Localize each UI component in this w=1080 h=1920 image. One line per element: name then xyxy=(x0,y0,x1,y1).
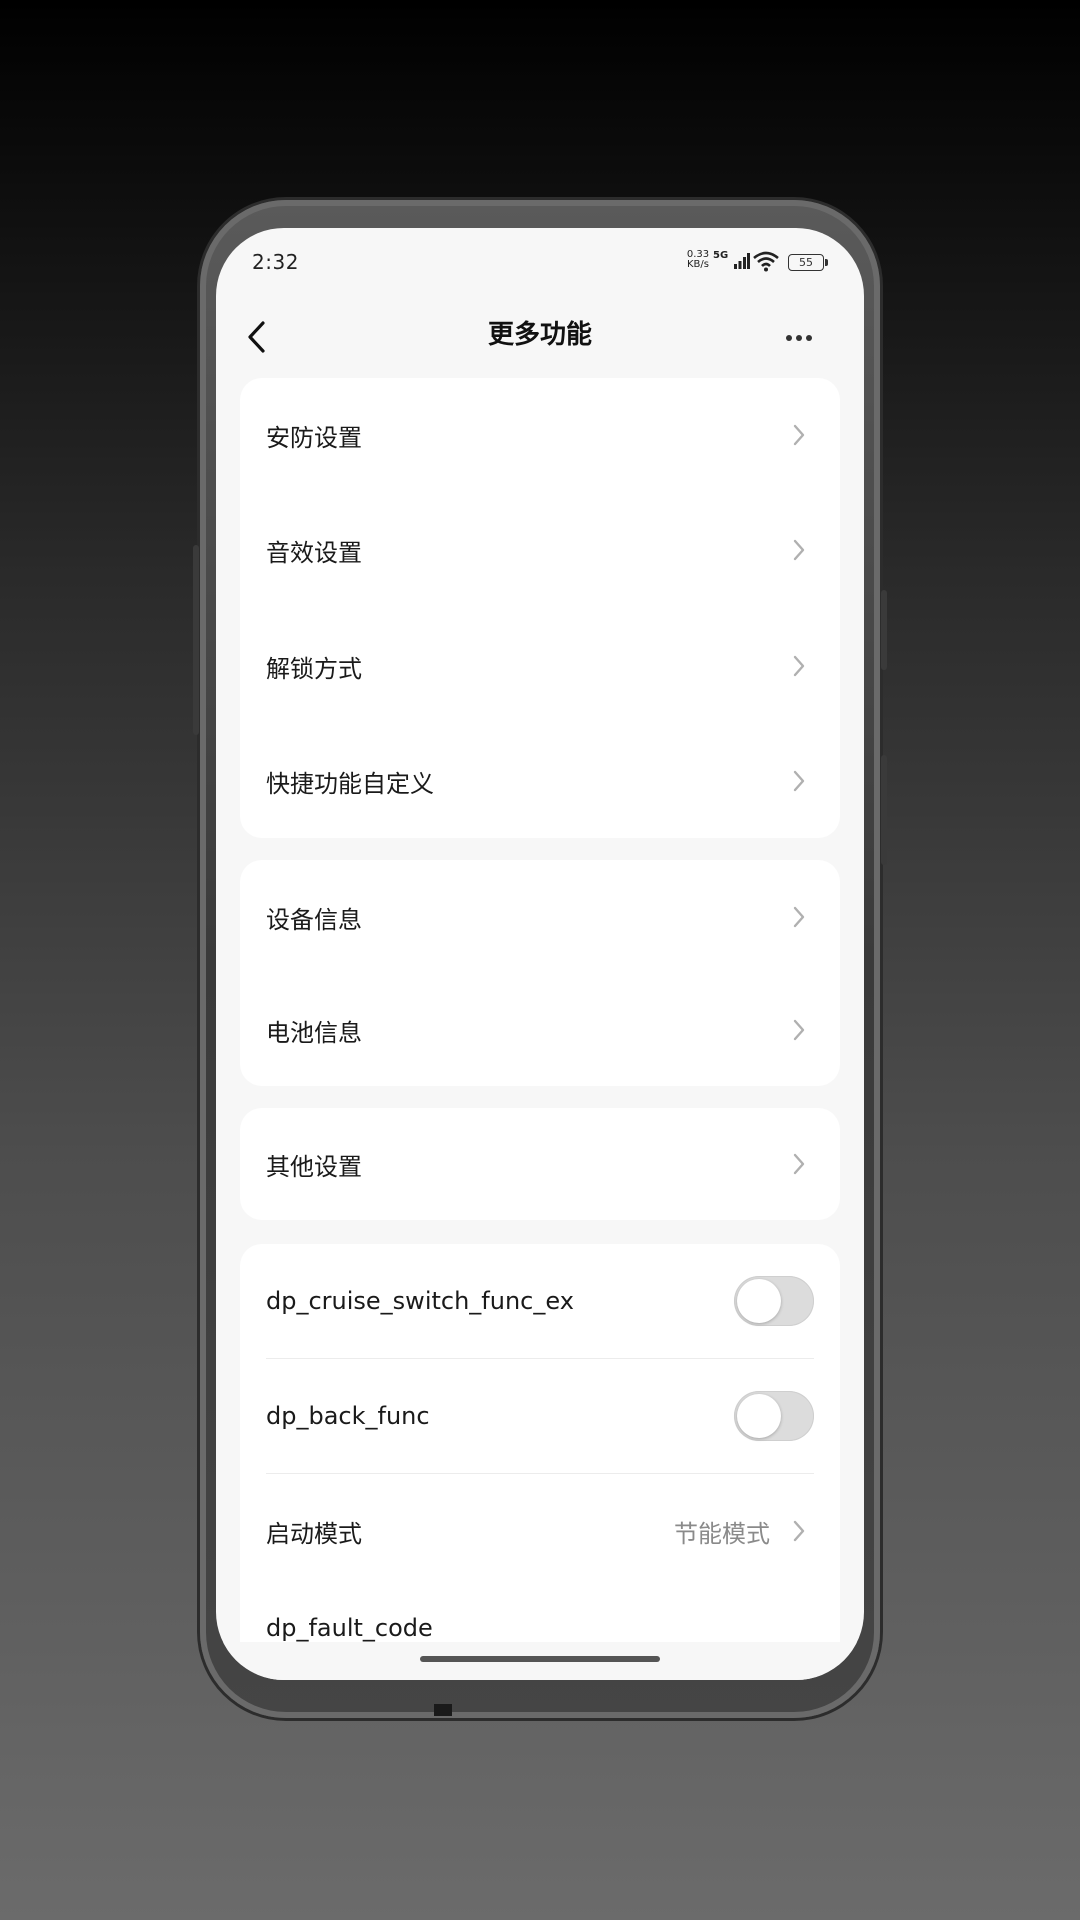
settings-group-other: 其他设置 xyxy=(240,1108,840,1220)
chevron-right-icon xyxy=(793,424,805,446)
chevron-right-icon xyxy=(793,1153,805,1175)
nav-bar: 更多功能 xyxy=(216,298,864,378)
list-item-label: dp_back_func xyxy=(266,1402,430,1430)
list-item[interactable]: 解锁方式 xyxy=(240,608,840,724)
more-dots-icon xyxy=(786,335,792,341)
home-indicator[interactable] xyxy=(420,1656,660,1662)
network-speed: 0.33 KB/s xyxy=(684,250,712,270)
network-speed-unit: KB/s xyxy=(687,259,709,270)
battery-icon: 55 xyxy=(788,254,828,271)
chevron-right-icon xyxy=(793,906,805,928)
list-item-label: 设备信息 xyxy=(266,905,362,934)
chevron-right-icon xyxy=(793,770,805,792)
chevron-right-icon xyxy=(793,1520,805,1542)
more-button[interactable] xyxy=(774,318,824,358)
phone-bottom-port xyxy=(434,1704,452,1716)
list-item[interactable]: 电池信息 xyxy=(240,974,840,1086)
wifi-icon xyxy=(753,251,779,272)
side-button xyxy=(881,755,887,865)
list-item-label: 电池信息 xyxy=(266,1018,362,1047)
status-time: 2:32 xyxy=(252,250,299,274)
list-item[interactable]: 快捷功能自定义 xyxy=(240,724,840,838)
chevron-right-icon xyxy=(793,1019,805,1041)
toggle-knob xyxy=(737,1279,781,1323)
cruise-switch-toggle[interactable] xyxy=(734,1276,814,1326)
toggle-knob xyxy=(737,1394,781,1438)
status-bar: 2:32 0.33 KB/s 5G 55 xyxy=(216,228,864,298)
settings-group-security: 安防设置 音效设置 解锁方式 快捷功能自定义 xyxy=(240,378,840,838)
list-item[interactable]: dp_fault_code xyxy=(240,1588,840,1644)
signal-icon xyxy=(734,253,750,269)
settings-group-dp: dp_cruise_switch_func_ex dp_back_func 启动… xyxy=(240,1244,840,1644)
power-button xyxy=(881,590,887,670)
list-item[interactable]: 音效设置 xyxy=(240,492,840,608)
chevron-right-icon xyxy=(793,655,805,677)
list-item-label: dp_cruise_switch_func_ex xyxy=(266,1287,574,1315)
list-item: dp_back_func xyxy=(240,1359,840,1473)
list-item[interactable]: 其他设置 xyxy=(240,1108,840,1220)
list-item: dp_cruise_switch_func_ex xyxy=(240,1244,840,1358)
phone-screen: 2:32 0.33 KB/s 5G 55 更多功能 安防设置 音效设置 解锁方式… xyxy=(216,228,864,1680)
settings-group-info: 设备信息 电池信息 xyxy=(240,860,840,1086)
battery-level: 55 xyxy=(799,256,813,269)
back-func-toggle[interactable] xyxy=(734,1391,814,1441)
list-item-label: 启动模式 xyxy=(266,1519,362,1548)
volume-button xyxy=(193,545,199,735)
list-item-label: 安防设置 xyxy=(266,423,362,452)
list-item-label: 解锁方式 xyxy=(266,654,362,683)
list-item[interactable]: 设备信息 xyxy=(240,860,840,974)
list-item-label: 音效设置 xyxy=(266,538,362,567)
list-item-label: 快捷功能自定义 xyxy=(266,769,434,798)
list-item-label: dp_fault_code xyxy=(266,1614,433,1642)
list-item[interactable]: 启动模式 节能模式 xyxy=(240,1474,840,1588)
list-item[interactable]: 安防设置 xyxy=(240,378,840,492)
chevron-right-icon xyxy=(793,539,805,561)
list-item-label: 其他设置 xyxy=(266,1152,362,1181)
list-item-value: 节能模式 xyxy=(674,1519,770,1548)
page-title: 更多功能 xyxy=(487,320,592,350)
